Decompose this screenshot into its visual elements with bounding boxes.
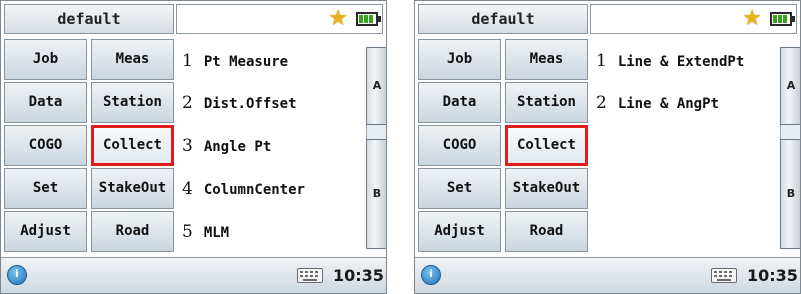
- menu-button-stakeout[interactable]: StakeOut: [505, 168, 588, 209]
- submenu-list: 1 Line & ExtendPt 2 Line & AngPt: [590, 39, 780, 254]
- title-bar: default ★: [415, 1, 800, 37]
- scroll-track[interactable]: [366, 125, 386, 139]
- keyboard-icon[interactable]: [711, 268, 737, 283]
- menu-button-stakeout[interactable]: StakeOut: [91, 168, 174, 209]
- menu-grid: Job Meas Data Station COGO Collect Set S…: [418, 39, 588, 254]
- star-icon[interactable]: ★: [328, 7, 348, 31]
- scroll-button-b[interactable]: B: [366, 139, 386, 249]
- list-item[interactable]: 1 Line & ExtendPt: [596, 49, 744, 73]
- menu-button-road[interactable]: Road: [505, 211, 588, 252]
- menu-button-road[interactable]: Road: [91, 211, 174, 252]
- menu-button-station[interactable]: Station: [505, 82, 588, 123]
- list-item[interactable]: 1 Pt Measure: [182, 49, 288, 73]
- list-item[interactable]: 3 Angle Pt: [182, 134, 271, 158]
- star-icon[interactable]: ★: [742, 7, 762, 31]
- job-title: default: [418, 4, 588, 34]
- menu-button-job[interactable]: Job: [4, 39, 87, 80]
- submenu-list: 1 Pt Measure 2 Dist.Offset 3 Angle Pt 4 Colu…: [176, 39, 366, 254]
- menu-button-job[interactable]: Job: [418, 39, 501, 80]
- menu-button-data[interactable]: Data: [4, 82, 87, 123]
- clock: 10:35: [333, 266, 384, 285]
- menu-button-set[interactable]: Set: [4, 168, 87, 209]
- info-icon[interactable]: i: [7, 265, 27, 285]
- screen-right: default ★ Job Meas Data Station COGO Col…: [414, 0, 801, 294]
- scroll-button-b[interactable]: B: [780, 139, 800, 249]
- scroll-track[interactable]: [780, 125, 800, 139]
- scroll-button-a[interactable]: A: [780, 47, 800, 125]
- menu-button-collect[interactable]: Collect: [91, 125, 174, 166]
- status-area: ★: [590, 4, 797, 34]
- menu-button-station[interactable]: Station: [91, 82, 174, 123]
- clock: 10:35: [747, 266, 798, 285]
- job-title: default: [4, 4, 174, 34]
- menu-button-data[interactable]: Data: [418, 82, 501, 123]
- info-icon[interactable]: i: [421, 265, 441, 285]
- menu-button-adjust[interactable]: Adjust: [4, 211, 87, 252]
- bottom-bar: i 10:35: [1, 257, 386, 293]
- menu-button-meas[interactable]: Meas: [91, 39, 174, 80]
- list-item[interactable]: 2 Dist.Offset: [182, 91, 297, 115]
- battery-icon: [356, 12, 381, 26]
- menu-button-set[interactable]: Set: [418, 168, 501, 209]
- screen-left: default ★ Job Meas Data Station COGO Col…: [0, 0, 387, 294]
- menu-button-adjust[interactable]: Adjust: [418, 211, 501, 252]
- keyboard-icon[interactable]: [297, 268, 323, 283]
- status-area: ★: [176, 4, 383, 34]
- list-item[interactable]: 4 ColumnCenter: [182, 177, 305, 201]
- bottom-bar: i 10:35: [415, 257, 800, 293]
- menu-button-meas[interactable]: Meas: [505, 39, 588, 80]
- list-item[interactable]: 5 MLM: [182, 220, 229, 244]
- menu-grid: Job Meas Data Station COGO Collect Set S…: [4, 39, 174, 254]
- menu-button-cogo[interactable]: COGO: [418, 125, 501, 166]
- menu-button-cogo[interactable]: COGO: [4, 125, 87, 166]
- menu-button-collect[interactable]: Collect: [505, 125, 588, 166]
- title-bar: default ★: [1, 1, 386, 37]
- list-item[interactable]: 2 Line & AngPt: [596, 91, 719, 115]
- battery-icon: [770, 12, 795, 26]
- scroll-button-a[interactable]: A: [366, 47, 386, 125]
